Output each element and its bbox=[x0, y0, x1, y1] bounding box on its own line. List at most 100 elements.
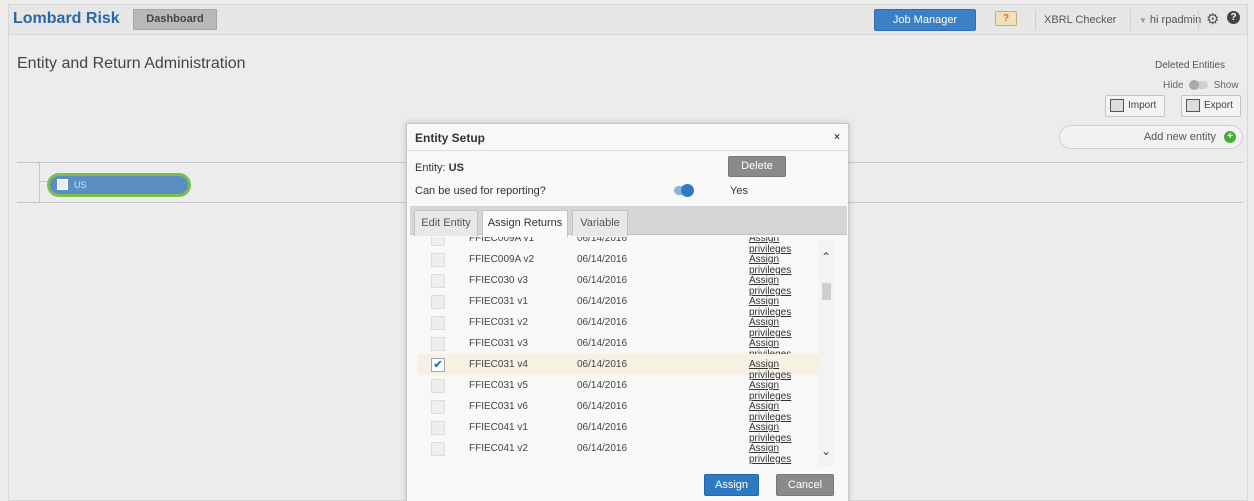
scrollbar[interactable] bbox=[819, 240, 833, 466]
user-menu[interactable]: ▼ hi rpadmin bbox=[1139, 14, 1201, 26]
entity-field: Entity: US bbox=[415, 162, 464, 174]
top-bar: Lombard Risk Dashboard Job Manager ? XBR… bbox=[9, 5, 1247, 35]
list-item[interactable]: FFIEC041 v1 06/14/2016 Assign privileges bbox=[417, 417, 822, 444]
row-checkbox[interactable]: ✔ bbox=[431, 358, 445, 372]
list-item[interactable]: FFIEC030 v3 06/14/2016 Assign privileges bbox=[417, 270, 822, 297]
export-button[interactable]: Export bbox=[1181, 95, 1241, 117]
return-name: FFIEC031 v2 bbox=[469, 317, 528, 328]
return-name: FFIEC031 v1 bbox=[469, 296, 528, 307]
returns-list: FFIEC009A v1 06/14/2016 Assign privileges F… bbox=[417, 237, 832, 469]
return-date: 06/14/2016 bbox=[577, 401, 628, 412]
return-name: FFIEC031 v3 bbox=[469, 338, 528, 349]
tab-assign-returns[interactable]: Assign Returns bbox=[482, 210, 568, 237]
list-item[interactable]: FFIEC031 v2 06/14/2016 Assign privileges bbox=[417, 312, 822, 339]
import-button[interactable]: Import bbox=[1105, 95, 1165, 117]
return-date: 06/14/2016 bbox=[577, 296, 628, 307]
list-item[interactable]: FFIEC031 v5 06/14/2016 Assign privileges bbox=[417, 375, 822, 402]
return-name: FFIEC031 v5 bbox=[469, 380, 528, 391]
entity-node-us[interactable]: US bbox=[47, 173, 191, 197]
row-checkbox[interactable] bbox=[431, 316, 445, 330]
list-icon bbox=[57, 179, 68, 190]
row-checkbox[interactable] bbox=[431, 295, 445, 309]
return-name: FFIEC041 v1 bbox=[469, 422, 528, 433]
entity-setup-dialog: Entity Setup × Entity: US Delete Can be … bbox=[406, 123, 849, 501]
scrollbar-thumb[interactable] bbox=[822, 283, 831, 300]
show-label: Show bbox=[1213, 80, 1239, 91]
list-item[interactable]: FFIEC031 v6 06/14/2016 Assign privileges bbox=[417, 396, 822, 423]
return-date: 06/14/2016 bbox=[577, 275, 628, 286]
tree-line bbox=[39, 162, 40, 202]
scroll-down-icon[interactable]: ⌄ bbox=[821, 444, 831, 458]
return-date: 06/14/2016 bbox=[577, 422, 628, 433]
close-icon[interactable]: × bbox=[834, 132, 840, 143]
hide-label: Hide bbox=[1163, 80, 1184, 91]
return-name: FFIEC031 v4 bbox=[469, 359, 528, 370]
reporting-label: Can be used for reporting? bbox=[415, 185, 546, 197]
job-manager-button[interactable]: Job Manager bbox=[874, 9, 976, 31]
entity-label: Entity: bbox=[415, 162, 446, 174]
add-new-entity-button[interactable]: Add new entity + bbox=[1059, 125, 1243, 149]
return-date: 06/14/2016 bbox=[577, 380, 628, 391]
list-item[interactable]: FFIEC009A v1 06/14/2016 Assign privileges bbox=[417, 237, 822, 255]
assign-privileges-link[interactable]: Assign privileges bbox=[749, 443, 822, 465]
xbrl-checker-link[interactable]: XBRL Checker bbox=[1044, 14, 1116, 26]
app-frame: Lombard Risk Dashboard Job Manager ? XBR… bbox=[8, 4, 1248, 501]
assign-button[interactable]: Assign bbox=[704, 474, 759, 496]
divider bbox=[1035, 10, 1036, 30]
user-name: hi rpadmin bbox=[1149, 14, 1202, 26]
cancel-button[interactable]: Cancel bbox=[776, 474, 834, 496]
gear-icon[interactable]: ⚙ bbox=[1206, 10, 1219, 28]
brand-logo: Lombard Risk bbox=[13, 10, 120, 27]
return-name: FFIEC009A v2 bbox=[469, 254, 535, 265]
delete-button[interactable]: Delete bbox=[728, 156, 786, 177]
divider bbox=[1130, 10, 1131, 30]
return-name: FFIEC041 v2 bbox=[469, 443, 528, 454]
import-icon bbox=[1110, 99, 1124, 112]
plus-circle-icon: + bbox=[1224, 131, 1236, 143]
dialog-title: Entity Setup bbox=[415, 131, 486, 145]
export-icon bbox=[1186, 99, 1200, 112]
toggle-switch[interactable] bbox=[1188, 80, 1208, 91]
row-checkbox[interactable] bbox=[431, 442, 445, 456]
return-name: FFIEC009A v1 bbox=[469, 237, 535, 244]
return-name: FFIEC031 v6 bbox=[469, 401, 528, 412]
row-checkbox[interactable] bbox=[431, 237, 445, 246]
dashboard-button[interactable]: Dashboard bbox=[133, 9, 217, 30]
list-item[interactable]: FFIEC031 v1 06/14/2016 Assign privileges bbox=[417, 291, 822, 318]
export-label: Export bbox=[1204, 100, 1233, 111]
return-date: 06/14/2016 bbox=[577, 443, 628, 454]
return-date: 06/14/2016 bbox=[577, 254, 628, 265]
row-checkbox[interactable] bbox=[431, 337, 445, 351]
reporting-value: Yes bbox=[730, 185, 748, 197]
return-name: FFIEC030 v3 bbox=[469, 275, 528, 286]
divider bbox=[1198, 10, 1199, 30]
row-checkbox[interactable] bbox=[431, 400, 445, 414]
return-date: 06/14/2016 bbox=[577, 359, 628, 370]
deleted-entities-label: Deleted Entities bbox=[1155, 60, 1226, 71]
tab-edit-entity[interactable]: Edit Entity bbox=[414, 210, 478, 236]
tab-variable[interactable]: Variable bbox=[572, 210, 628, 236]
tab-bar: Edit Entity Assign Returns Variable bbox=[410, 206, 847, 237]
page-title: Entity and Return Administration bbox=[17, 55, 246, 72]
dialog-header: Entity Setup × bbox=[407, 124, 848, 151]
row-checkbox[interactable] bbox=[431, 379, 445, 393]
list-item[interactable]: FFIEC009A v2 06/14/2016 Assign privileges bbox=[417, 249, 822, 276]
row-checkbox[interactable] bbox=[431, 253, 445, 267]
row-checkbox[interactable] bbox=[431, 421, 445, 435]
return-date: 06/14/2016 bbox=[577, 338, 628, 349]
return-date: 06/14/2016 bbox=[577, 317, 628, 328]
list-item[interactable]: FFIEC031 v306/14/2016Assign privileges bbox=[417, 333, 822, 360]
reporting-toggle[interactable] bbox=[674, 184, 694, 197]
notification-icon[interactable]: ? bbox=[995, 11, 1017, 26]
scroll-up-icon[interactable]: ⌃ bbox=[821, 250, 831, 264]
import-label: Import bbox=[1128, 100, 1157, 111]
deleted-entities-toggle[interactable]: Hide Show bbox=[1163, 80, 1239, 91]
add-entity-label: Add new entity bbox=[1143, 131, 1216, 143]
caret-down-icon: ▼ bbox=[1139, 16, 1147, 25]
list-item[interactable]: FFIEC041 v2 06/14/2016 Assign privileges bbox=[417, 438, 822, 465]
list-item[interactable]: ✔ FFIEC031 v4 06/14/2016 Assign privileges bbox=[417, 354, 822, 381]
entity-value: US bbox=[448, 162, 464, 174]
row-checkbox[interactable] bbox=[431, 274, 445, 288]
return-date: 06/14/2016 bbox=[577, 237, 628, 244]
question-icon[interactable]: ? bbox=[1227, 11, 1240, 24]
